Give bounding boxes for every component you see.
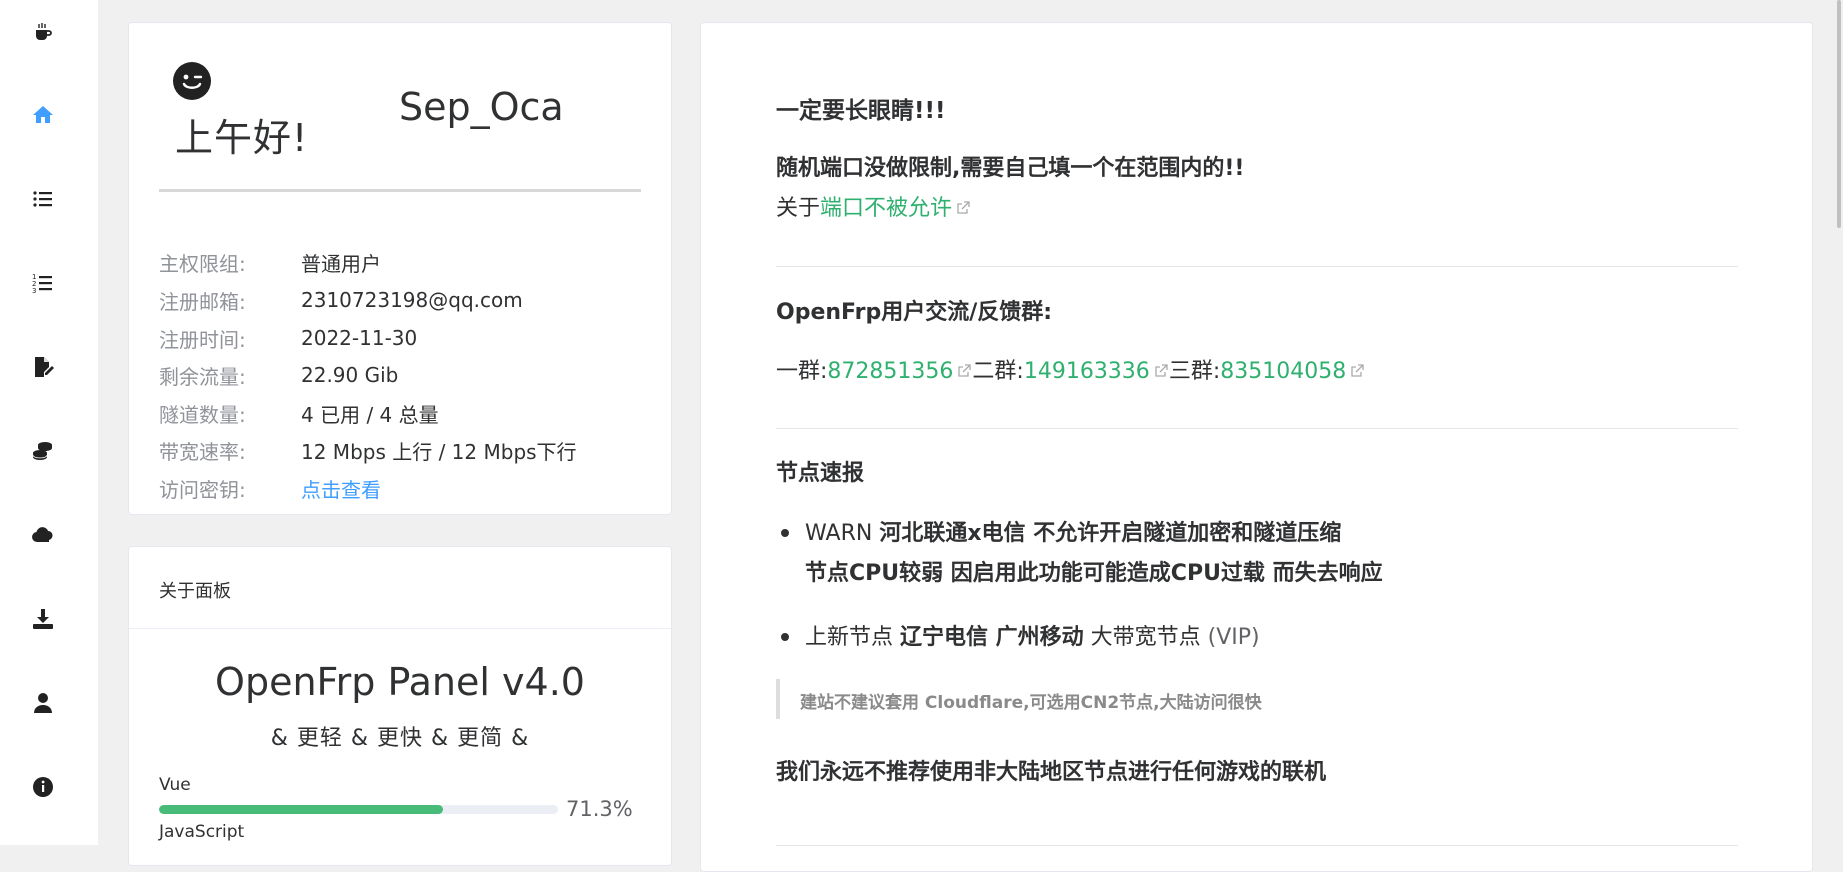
- scrollbar-thumb[interactable]: [1837, 0, 1841, 228]
- username: Sep_Oca: [399, 85, 564, 129]
- info-label: 隧道数量:: [159, 402, 246, 427]
- info-row-tunnels: 隧道数量: 4 已用 / 4 总量: [159, 398, 439, 428]
- external-link-icon: [958, 364, 972, 377]
- about-prefix: 关于: [776, 196, 821, 221]
- group-link-2[interactable]: 149163336: [1024, 359, 1150, 384]
- bullet-new-nodes: 上新节点 辽宁电信 广州移动 大带宽节点 (VIP): [805, 619, 1260, 651]
- view-access-key-link[interactable]: 点击查看: [301, 474, 381, 503]
- vip-tag: (VIP): [1207, 625, 1260, 650]
- info-icon[interactable]: [31, 775, 55, 799]
- external-link-icon: [1155, 364, 1168, 377]
- group-label: 三群:: [1168, 359, 1221, 384]
- divider: [776, 428, 1738, 429]
- info-label: 带宽速率:: [159, 439, 246, 464]
- panel-subtitle: & 更轻 & 更快 & 更简 &: [270, 726, 530, 751]
- info-value: 普通用户: [301, 251, 381, 276]
- info-value: 4 已用 / 4 总量: [301, 402, 439, 427]
- info-row-bandwidth: 带宽速率: 12 Mbps 上行 / 12 Mbps下行: [159, 435, 577, 465]
- ordered-list-icon[interactable]: 123: [31, 271, 55, 295]
- external-link-icon: [1351, 364, 1364, 377]
- port-not-allowed-link[interactable]: 端口不被允许: [820, 196, 952, 221]
- cloud-icon[interactable]: [31, 523, 55, 547]
- new-node-prefix: 上新节点: [805, 625, 900, 650]
- divider: [129, 628, 671, 629]
- bullet-warn-line2: 节点CPU较弱 因启用此功能可能造成CPU过载 而失去响应: [805, 561, 1383, 586]
- group-link-1[interactable]: 872851356: [827, 359, 953, 384]
- info-value: 2310723198@qq.com: [301, 288, 523, 312]
- warning-title: 一定要长眼睛!!!: [776, 98, 946, 124]
- about-panel-card: 关于面板 OpenFrp Panel v4.0 & 更轻 & 更快 & 更简 &…: [128, 546, 672, 866]
- greeting-text: 上午好!: [175, 116, 309, 160]
- card-header: 关于面板: [159, 581, 231, 602]
- sidebar: 123: [0, 0, 98, 845]
- language-label-vue: Vue: [159, 775, 191, 795]
- info-label: 剩余流量:: [159, 364, 246, 389]
- group-list: 一群:872851356 二群:149163336 三群:835104058: [776, 353, 1365, 385]
- info-row-register-date: 注册时间: 2022-11-30: [159, 323, 417, 353]
- about-port-line: 关于端口不被允许: [776, 190, 971, 222]
- home-icon[interactable]: [31, 103, 55, 127]
- download-icon[interactable]: [31, 607, 55, 631]
- new-node-bold: 辽宁电信 广州移动: [900, 625, 1084, 650]
- blockquote: 建站不建议套用 Cloudflare,可选用CN2节点,大陆访问很快: [776, 679, 1680, 719]
- info-value: 22.90 Gib: [301, 363, 399, 387]
- info-row-group: 主权限组: 普通用户: [159, 247, 381, 277]
- divider: [776, 266, 1738, 267]
- info-row-email: 注册邮箱: 2310723198@qq.com: [159, 285, 523, 315]
- warn-bold: 河北联通x电信 不允许开启隧道加密和隧道压缩: [879, 521, 1342, 546]
- user-info-card: 上午好! Sep_Oca 主权限组: 普通用户 注册邮箱: 2310723198…: [128, 22, 672, 515]
- info-value: 12 Mbps 上行 / 12 Mbps下行: [301, 439, 577, 464]
- file-signature-icon[interactable]: [31, 355, 55, 379]
- info-value: 2022-11-30: [301, 326, 418, 350]
- info-label: 访问密钥:: [159, 477, 246, 502]
- language-percent: 71.3%: [566, 797, 633, 821]
- list-icon[interactable]: [31, 187, 55, 211]
- user-icon[interactable]: [31, 691, 55, 715]
- bullet-dot: [781, 529, 789, 537]
- language-label-javascript: JavaScript: [159, 822, 245, 842]
- bullet-dot: [781, 633, 789, 641]
- never-recommend-note: 我们永远不推荐使用非大陆地区节点进行任何游戏的联机: [776, 760, 1327, 785]
- group-label: 一群:: [776, 359, 828, 384]
- info-label: 主权限组:: [159, 251, 246, 276]
- node-news-title: 节点速报: [776, 461, 865, 486]
- warn-prefix: WARN: [805, 521, 880, 546]
- bullet-warn-line1: WARN 河北联通x电信 不允许开启隧道加密和隧道压缩: [805, 515, 1341, 547]
- panel-title: OpenFrp Panel v4.0: [215, 660, 585, 704]
- random-port-note: 随机端口没做限制,需要自己填一个在范围内的!!: [776, 156, 1245, 181]
- divider: [776, 845, 1738, 846]
- language-progress-fill: [159, 805, 444, 814]
- group-label: 二群:: [972, 359, 1024, 384]
- group-title: OpenFrp用户交流/反馈群:: [776, 300, 1053, 325]
- info-label: 注册邮箱:: [159, 289, 246, 314]
- info-row-access-key: 访问密钥: 点击查看: [159, 473, 381, 503]
- external-link-icon: [957, 201, 970, 214]
- info-row-traffic: 剩余流量: 22.90 Gib: [159, 360, 398, 390]
- new-node-suffix: 大带宽节点: [1083, 625, 1208, 650]
- coins-icon[interactable]: [31, 439, 55, 463]
- wink-emoji-icon: [173, 62, 211, 100]
- divider: [159, 189, 641, 192]
- info-label: 注册时间:: [159, 327, 246, 352]
- svg-text:3: 3: [32, 287, 36, 295]
- language-progress-track: [159, 805, 558, 814]
- notice-card: 一定要长眼睛!!! 随机端口没做限制,需要自己填一个在范围内的!! 关于端口不被…: [700, 22, 1813, 872]
- group-link-3[interactable]: 835104058: [1220, 359, 1346, 384]
- coffee-icon[interactable]: [31, 21, 55, 45]
- quote-text: 建站不建议套用 Cloudflare,可选用CN2节点,大陆访问很快: [800, 693, 1262, 713]
